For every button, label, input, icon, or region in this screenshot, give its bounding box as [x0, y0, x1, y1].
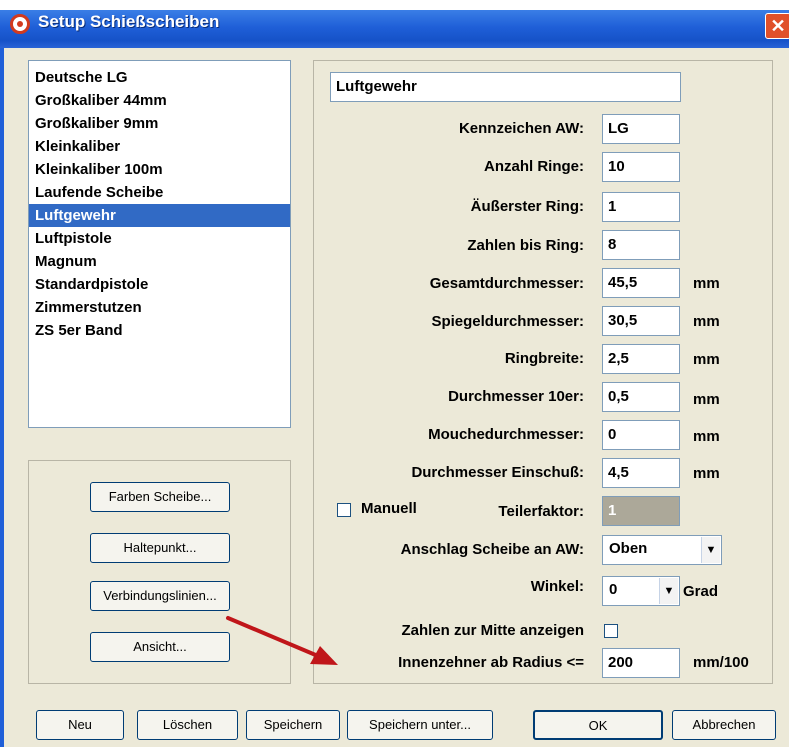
list-item[interactable]: Großkaliber 44mm [29, 89, 290, 112]
ringbreite-label: Ringbreite: [504, 350, 584, 367]
mm-unit: mm [693, 428, 720, 445]
durchmesser-10er-label: Durchmesser 10er: [448, 388, 584, 405]
list-item[interactable]: Zimmerstutzen [29, 296, 290, 319]
spiegeldurchmesser-label: Spiegeldurchmesser: [431, 313, 584, 330]
mm-unit: mm [693, 313, 720, 330]
chevron-down-icon[interactable]: ▼ [659, 578, 678, 604]
manuell-checkbox[interactable] [337, 503, 351, 517]
kennzeichen-field[interactable]: LG [602, 114, 680, 144]
list-item[interactable]: Deutsche LG [29, 66, 290, 89]
grad-unit: Grad [683, 583, 719, 600]
manuell-label: Manuell [361, 500, 417, 517]
target-name-field[interactable]: Luftgewehr [330, 72, 681, 102]
aeusserster-ring-field[interactable]: 1 [602, 192, 680, 222]
durchmesser-einschuss-field[interactable]: 4,5 [602, 458, 680, 488]
mouchedurchmesser-field[interactable]: 0 [602, 420, 680, 450]
anschlag-dropdown[interactable]: Oben ▼ [602, 535, 722, 565]
list-item[interactable]: Kleinkaliber [29, 135, 290, 158]
annotation-arrow-icon [226, 616, 338, 665]
window-title: Setup Schießscheiben [38, 12, 220, 31]
teilerfaktor-label: Teilerfaktor: [498, 503, 584, 520]
anzahl-ringe-label: Anzahl Ringe: [484, 158, 584, 175]
mm-unit: mm [693, 275, 720, 292]
durchmesser-einschuss-label: Durchmesser Einschuß: [411, 464, 584, 481]
anzahl-ringe-field[interactable]: 10 [602, 152, 680, 182]
mm100-unit: mm/100 [693, 654, 749, 671]
list-item[interactable]: Magnum [29, 250, 290, 273]
abbrechen-button[interactable]: Abbrechen [672, 710, 776, 740]
zahlen-zur-mitte-label: Zahlen zur Mitte anzeigen [401, 622, 584, 639]
zahlen-bis-ring-field[interactable]: 8 [602, 230, 680, 260]
target-app-icon [10, 14, 30, 34]
kennzeichen-label: Kennzeichen AW: [458, 120, 584, 137]
aeusserster-ring-label: Äußerster Ring: [470, 198, 584, 215]
verbindungslinien-button[interactable]: Verbindungslinien... [90, 581, 230, 611]
spiegeldurchmesser-field[interactable]: 30,5 [602, 306, 680, 336]
durchmesser-10er-field[interactable]: 0,5 [602, 382, 680, 412]
winkel-dropdown[interactable]: 0 ▼ [602, 576, 680, 606]
gesamtdurchmesser-label: Gesamtdurchmesser: [429, 275, 584, 292]
list-item[interactable]: Standardpistole [29, 273, 290, 296]
chevron-down-icon[interactable]: ▼ [701, 537, 720, 563]
mm-unit: mm [693, 351, 720, 368]
ringbreite-field[interactable]: 2,5 [602, 344, 680, 374]
winkel-value: 0 [609, 581, 618, 598]
neu-button[interactable]: Neu [36, 710, 124, 740]
ansicht-button[interactable]: Ansicht... [90, 632, 230, 662]
mm-unit: mm [693, 465, 720, 482]
anschlag-value: Oben [609, 540, 648, 557]
speichern-button[interactable]: Speichern [246, 710, 340, 740]
teilerfaktor-field: 1 [602, 496, 680, 526]
zahlen-zur-mitte-checkbox[interactable] [604, 624, 618, 638]
list-item[interactable]: Laufende Scheibe [29, 181, 290, 204]
innenzehner-field[interactable]: 200 [602, 648, 680, 678]
anschlag-label: Anschlag Scheibe an AW: [400, 541, 584, 558]
list-item[interactable]: Luftpistole [29, 227, 290, 250]
close-button[interactable]: ✕ [765, 13, 789, 39]
list-item[interactable]: Kleinkaliber 100m [29, 158, 290, 181]
ok-button[interactable]: OK [533, 710, 663, 740]
target-list[interactable]: Deutsche LG Großkaliber 44mm Großkaliber… [28, 60, 291, 428]
speichern-unter-button[interactable]: Speichern unter... [347, 710, 493, 740]
zahlen-bis-ring-label: Zahlen bis Ring: [467, 237, 584, 254]
farben-scheibe-button[interactable]: Farben Scheibe... [90, 482, 230, 512]
winkel-label: Winkel: [530, 578, 584, 595]
list-item[interactable]: ZS 5er Band [29, 319, 290, 342]
haltepunkt-button[interactable]: Haltepunkt... [90, 533, 230, 563]
gesamtdurchmesser-field[interactable]: 45,5 [602, 268, 680, 298]
innenzehner-label: Innenzehner ab Radius <= [398, 654, 584, 671]
mm-unit: mm [693, 391, 720, 408]
mouchedurchmesser-label: Mouchedurchmesser: [428, 426, 584, 443]
loeschen-button[interactable]: Löschen [137, 710, 238, 740]
list-item[interactable]: Großkaliber 9mm [29, 112, 290, 135]
list-item-selected[interactable]: Luftgewehr [29, 204, 290, 227]
